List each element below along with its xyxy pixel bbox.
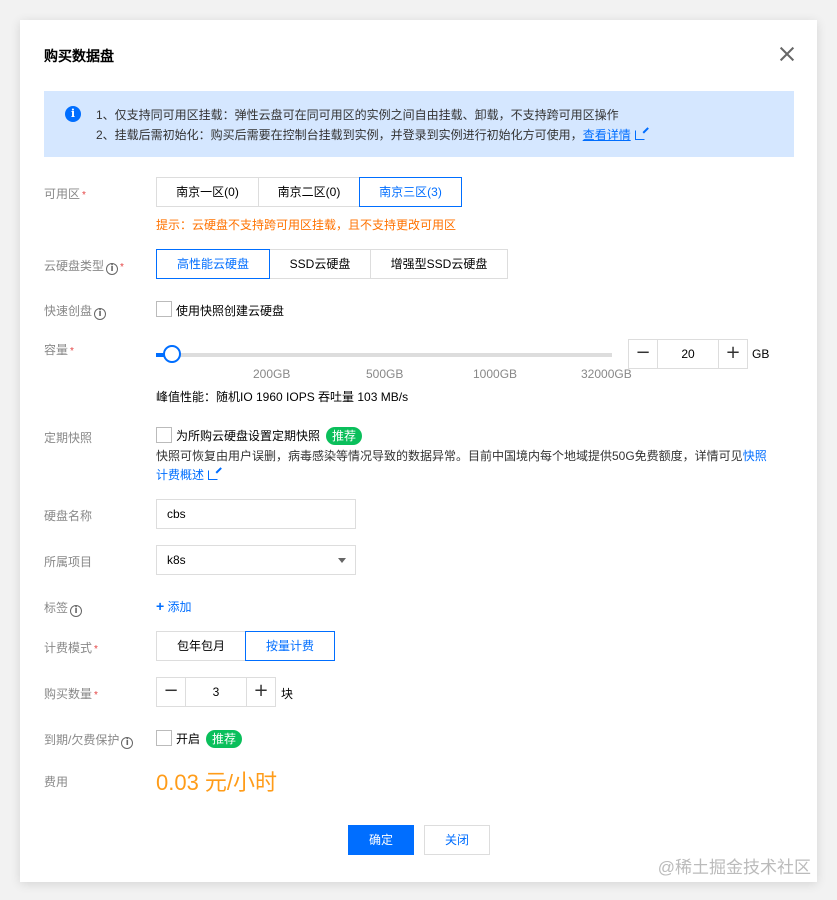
performance-text: 峰值性能：随机IO 1960 IOPS 吞吐量 103 MB/s [156,390,409,404]
quantity-input[interactable]: 3 [186,677,246,707]
protection-label: 到期/欠费保护 i [44,731,134,749]
zone-option-2[interactable]: 南京二区(0) [258,177,360,207]
disk-type-option-ssd[interactable]: SSD云硬盘 [269,249,371,279]
capacity-label: 容量 * [44,341,74,358]
help-icon[interactable]: i [70,605,83,617]
required-mark: * [82,190,86,201]
snapshot-create-label: 快速创盘 i [44,302,107,320]
caret-down-icon [338,558,346,563]
snapshot-create-checkbox-label: 使用快照创建云硬盘 [176,304,285,318]
help-icon[interactable]: i [94,308,107,320]
notice-line-2-text: 2、挂载后需初始化：购买后需要在控制台挂载到实例，并登录到实例进行初始化方可使用… [96,128,583,142]
quantity-unit: 块 [281,687,294,701]
zone-label-text: 可用区 [44,187,81,201]
scheduled-snapshot-desc-text: 快照可恢复由用户误删，病毒感染等情况导致的数据异常。目前中国境内每个地域提供50… [156,449,743,463]
protection-row: 开启 推荐 [176,730,243,748]
disk-name-label: 硬盘名称 [44,509,93,523]
capacity-decrement-button[interactable]: − [628,339,658,369]
disk-type-label-text: 云硬盘类型 [44,259,105,273]
watermark: @稀土掘金技术社区 [657,858,811,877]
project-select[interactable]: k8s [156,545,356,575]
quantity-label: 购买数量 * [44,685,98,702]
capacity-stepper: − 20 + [628,339,748,369]
tags-label-text: 标签 [44,601,69,615]
info-icon: i [65,106,81,122]
billing-option-monthly[interactable]: 包年包月 [156,631,246,661]
project-label: 所属项目 [44,555,93,569]
price-value: 0.03 元/小时 [156,770,278,795]
scheduled-snapshot-checkbox-label: 为所购云硬盘设置定期快照 [176,429,321,443]
capacity-increment-button[interactable]: + [718,339,748,369]
external-link-icon [208,470,219,480]
capacity-unit: GB [752,347,770,361]
disk-type-label: 云硬盘类型 i * [44,257,124,275]
capacity-tick: 32000GB [581,367,632,381]
required-mark: * [94,644,98,655]
help-icon[interactable]: i [106,263,119,275]
notice-banner: i 1、仅支持同可用区挂载：弹性云盘可在同可用区的实例之间自由挂载、卸载，不支持… [44,91,794,157]
capacity-input[interactable]: 20 [658,339,718,369]
recommend-badge: 推荐 [326,427,363,445]
billing-option-pay-as-you-go[interactable]: 按量计费 [245,631,335,661]
notice-line-2: 2、挂载后需初始化：购买后需要在控制台挂载到实例，并登录到实例进行初始化方可使用… [96,126,645,143]
notice-line-1: 1、仅支持同可用区挂载：弹性云盘可在同可用区的实例之间自由挂载、卸载，不支持跨可… [96,108,619,122]
zone-selector: 南京一区(0) 南京二区(0) 南京三区(3) [156,177,462,207]
close-icon[interactable] [779,46,795,62]
help-icon[interactable]: i [121,737,134,749]
quantity-stepper: − 3 + [156,677,276,707]
scheduled-snapshot-desc: 快照可恢复由用户误删，病毒感染等情况导致的数据异常。目前中国境内每个地域提供50… [156,447,776,485]
billing-label: 计费模式 * [44,639,98,656]
scheduled-snapshot-label: 定期快照 [44,431,93,445]
dialog-title: 购买数据盘 [44,48,114,64]
confirm-button[interactable]: 确定 [348,825,414,855]
zone-option-1[interactable]: 南京一区(0) [156,177,259,207]
add-tag-link[interactable]: + 添加 [156,598,192,615]
project-select-value: k8s [167,553,186,567]
billing-selector: 包年包月 按量计费 [156,631,335,661]
zone-hint: 提示：云硬盘不支持跨可用区挂载，且不支持更改可用区 [156,218,457,232]
capacity-tick: 1000GB [473,367,518,381]
recommend-badge: 推荐 [206,730,243,748]
quantity-decrement-button[interactable]: − [156,677,186,707]
scheduled-snapshot-row: 为所购云硬盘设置定期快照 推荐 [176,427,363,445]
zone-label: 可用区 * [44,185,86,202]
required-mark: * [94,690,98,701]
quantity-increment-button[interactable]: + [246,677,276,707]
disk-type-selector: 高性能云硬盘 SSD云硬盘 增强型SSD云硬盘 [156,249,508,279]
quantity-label-text: 购买数量 [44,687,93,701]
buy-data-disk-dialog: 购买数据盘 i 1、仅支持同可用区挂载：弹性云盘可在同可用区的实例之间自由挂载、… [20,20,817,882]
capacity-slider-handle[interactable] [163,345,181,363]
scheduled-snapshot-checkbox[interactable] [156,427,172,443]
capacity-tick: 200GB [253,367,291,381]
required-mark: * [70,346,74,357]
close-button[interactable]: 关闭 [424,825,490,855]
billing-label-text: 计费模式 [44,641,93,655]
disk-type-option-premium[interactable]: 高性能云硬盘 [156,249,270,279]
add-tag-label: 添加 [167,600,192,614]
zone-option-3[interactable]: 南京三区(3) [359,177,462,207]
capacity-label-text: 容量 [44,343,69,357]
snapshot-create-checkbox[interactable] [156,301,172,317]
snapshot-create-label-text: 快速创盘 [44,304,93,318]
cost-label: 费用 [44,775,69,789]
disk-name-input[interactable]: cbs [156,499,356,529]
external-link-icon [634,130,645,140]
view-details-link[interactable]: 查看详情 [583,128,631,142]
capacity-slider-track[interactable] [156,353,612,357]
required-mark: * [120,262,124,273]
protection-checkbox-label: 开启 [176,732,201,746]
protection-checkbox[interactable] [156,730,172,746]
plus-icon: + [156,598,165,614]
protection-label-text: 到期/欠费保护 [44,733,120,747]
disk-type-option-enhanced-ssd[interactable]: 增强型SSD云硬盘 [370,249,508,279]
capacity-tick: 500GB [366,367,404,381]
tags-label: 标签 i [44,599,83,617]
